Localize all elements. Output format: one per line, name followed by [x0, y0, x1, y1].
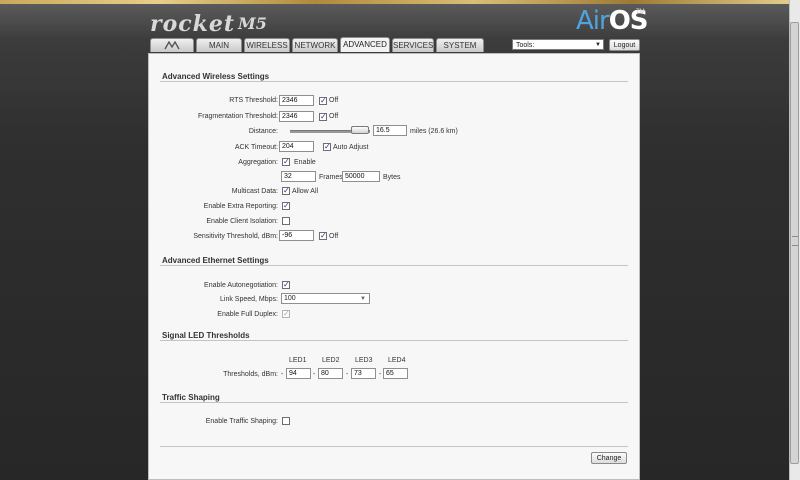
- distance-label: Distance:: [248, 128, 278, 135]
- section-divider: [160, 446, 628, 447]
- auto-adjust-checkbox[interactable]: ✓: [323, 143, 331, 151]
- led1-header: LED1: [289, 357, 307, 364]
- distance-input[interactable]: 16.5: [373, 125, 407, 136]
- rts-off-label: Off: [329, 97, 339, 104]
- full-duplex-label: Enable Full Duplex:: [217, 311, 278, 318]
- tab-wireless[interactable]: WIRELESS: [244, 38, 290, 52]
- fragmentation-off-label: Off: [329, 113, 339, 120]
- led1-minus-sign: -: [281, 371, 284, 378]
- link-speed-select[interactable]: 100 ▼: [281, 293, 370, 304]
- logout-button[interactable]: Logout: [609, 39, 640, 51]
- thresholds-label: Thresholds, dBm:: [223, 371, 278, 378]
- allow-all-label: Allow All: [292, 188, 319, 195]
- tab-ubiquiti-logo[interactable]: [150, 38, 194, 52]
- led4-minus-sign: -: [379, 371, 382, 378]
- link-speed-value: 100: [284, 295, 296, 302]
- fragmentation-off-checkbox[interactable]: ✓: [319, 113, 327, 121]
- multicast-allow-all-checkbox[interactable]: ✓: [282, 187, 290, 195]
- ack-timeout-label: ACK Timeout:: [234, 144, 278, 151]
- ack-timeout-input[interactable]: 204: [279, 141, 314, 152]
- led2-threshold-input[interactable]: 80: [318, 368, 343, 379]
- sensitivity-off-checkbox[interactable]: ✓: [319, 232, 327, 240]
- rts-off-checkbox[interactable]: ✓: [319, 97, 327, 105]
- aggregation-label: Aggregation:: [238, 159, 278, 166]
- bytes-label: Bytes: [383, 174, 401, 181]
- chevron-down-icon: ▼: [360, 296, 366, 302]
- tab-system[interactable]: SYSTEM: [436, 38, 484, 52]
- led4-threshold-input[interactable]: 65: [383, 368, 408, 379]
- frames-label: Frames: [319, 174, 343, 181]
- model-logo: M5: [238, 14, 267, 33]
- aggregation-bytes-input[interactable]: 50000: [342, 171, 380, 182]
- distance-unit-label: miles (26.6 km): [410, 128, 458, 135]
- distance-slider-handle[interactable]: [351, 126, 369, 134]
- aggregation-enable-label: Enable: [294, 159, 316, 166]
- rts-threshold-input[interactable]: 2346: [279, 95, 314, 106]
- section-divider: [160, 402, 628, 403]
- led3-threshold-input[interactable]: 73: [351, 368, 376, 379]
- led3-header: LED3: [355, 357, 373, 364]
- fragmentation-threshold-label: Fragmentation Threshold:: [197, 113, 278, 120]
- extra-reporting-label: Enable Extra Reporting:: [203, 203, 278, 210]
- aggregation-enable-checkbox[interactable]: ✓: [282, 158, 290, 166]
- autonegotiation-label: Enable Autonegotiation:: [204, 282, 278, 289]
- sensitivity-off-label: Off: [329, 233, 339, 240]
- led1-threshold-input[interactable]: 94: [286, 368, 311, 379]
- chevron-down-icon: ▼: [595, 42, 601, 48]
- led4-header: LED4: [388, 357, 406, 364]
- rts-threshold-label: RTS Threshold:: [229, 97, 278, 104]
- tab-main[interactable]: MAIN: [196, 38, 242, 52]
- tools-dropdown-label: Tools:: [516, 42, 535, 49]
- tools-dropdown[interactable]: Tools: ▼: [512, 39, 604, 50]
- auto-adjust-label: Auto Adjust: [333, 144, 369, 151]
- led-section-title: Signal LED Thresholds: [162, 331, 250, 340]
- scrollbar-grip-icon: [792, 236, 798, 246]
- led2-header: LED2: [322, 357, 340, 364]
- tab-services[interactable]: SERVICES: [392, 38, 434, 52]
- ethernet-section-title: Advanced Ethernet Settings: [162, 256, 269, 265]
- airos-logo-air: Air: [576, 6, 610, 36]
- section-divider: [160, 340, 628, 341]
- client-isolation-label: Enable Client Isolation:: [206, 218, 278, 225]
- full-duplex-checkbox[interactable]: ✓: [282, 310, 290, 318]
- client-isolation-checkbox[interactable]: [282, 217, 290, 225]
- wireless-section-title: Advanced Wireless Settings: [162, 72, 270, 81]
- traffic-shaping-label: Enable Traffic Shaping:: [205, 418, 278, 425]
- sensitivity-threshold-label: Sensitivity Threshold, dBm:: [193, 233, 278, 240]
- top-banner-strip: [0, 0, 790, 4]
- traffic-section-title: Traffic Shaping: [162, 393, 220, 402]
- extra-reporting-checkbox[interactable]: ✓: [282, 202, 290, 210]
- trademark-mark: TM: [636, 9, 645, 15]
- rocket-logo: rocket: [150, 11, 236, 37]
- tab-advanced[interactable]: ADVANCED: [340, 37, 390, 52]
- led3-minus-sign: -: [346, 371, 349, 378]
- sensitivity-threshold-input[interactable]: -96: [279, 230, 314, 241]
- aggregation-frames-input[interactable]: 32: [281, 171, 316, 182]
- led2-minus-sign: -: [313, 371, 316, 378]
- multicast-data-label: Multicast Data:: [231, 188, 278, 195]
- autonegotiation-checkbox[interactable]: ✓: [282, 281, 290, 289]
- tab-network[interactable]: NETWORK: [292, 38, 338, 52]
- change-button[interactable]: Change: [591, 452, 627, 464]
- section-divider: [160, 81, 628, 82]
- link-speed-label: Link Speed, Mbps:: [220, 296, 278, 303]
- section-divider: [160, 265, 628, 266]
- traffic-shaping-checkbox[interactable]: [282, 417, 290, 425]
- fragmentation-threshold-input[interactable]: 2346: [279, 111, 314, 122]
